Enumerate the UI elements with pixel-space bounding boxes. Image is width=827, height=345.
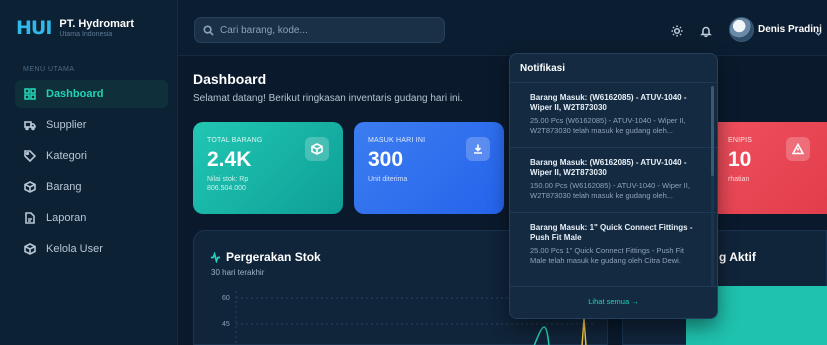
y-tick-label: 45 <box>222 321 230 328</box>
card-footnote: Unit diterima <box>368 176 408 183</box>
sidebar-item-label: Kategori <box>46 150 87 162</box>
sidebar: HUI PT. Hydromart Utama Indonesia MENU U… <box>0 0 178 345</box>
notification-item-body: 25.00 Pcs (W6162085) - ATUV-1040 - Wiper… <box>530 116 686 135</box>
sidebar-item-label: Kelola User <box>46 243 103 255</box>
see-all-link[interactable]: Lihat semua → <box>510 286 717 318</box>
stock-line <box>533 326 550 345</box>
sidebar-item-barang[interactable]: Barang <box>15 173 168 201</box>
file-icon <box>25 212 35 224</box>
bell-icon[interactable] <box>700 24 712 38</box>
sidebar-item-supplier[interactable]: Supplier <box>15 111 168 139</box>
notification-item-title: Barang Masuk: 1" Quick Connect Fittings … <box>530 223 693 242</box>
tag-icon <box>24 150 36 162</box>
sidebar-item-dashboard[interactable]: Dashboard <box>15 80 168 108</box>
sidebar-item-label: Supplier <box>46 119 87 131</box>
notification-item-body: 150.00 Pcs (W6162085) - ATUV-1040 - Wipe… <box>530 181 690 200</box>
stat-card-masuk-hari-ini: MASUK HARI INI 300 Unit diterima <box>354 122 504 214</box>
notification-item-title: Barang Masuk: (W6162085) - ATUV-1040 - W… <box>530 158 687 177</box>
sidebar-item-label: Barang <box>46 181 82 193</box>
notification-item[interactable]: Barang Masuk: (W6162085) - ATUV-1040 - W… <box>510 148 717 213</box>
user-name[interactable]: Denis Pradini <box>758 24 822 35</box>
notification-scrollbar[interactable] <box>711 86 714 290</box>
avatar[interactable] <box>729 17 754 42</box>
brand-subtitle: Utama Indonesia <box>59 31 113 38</box>
search-input[interactable] <box>220 24 440 36</box>
truck-icon <box>24 121 36 131</box>
card-footnote: rhatian <box>728 176 750 183</box>
notification-item-body: 25.00 Pcs 1" Quick Connect Fittings - Pu… <box>530 246 684 265</box>
brand-name: PT. Hydromart <box>59 18 134 30</box>
sidebar-item-label: Laporan <box>46 212 87 224</box>
sidebar-nav: Dashboard Supplier Kategori Barang Lapor… <box>15 80 168 266</box>
notification-dropdown: Notifikasi Barang Masuk: (W6162085) - AT… <box>509 53 718 319</box>
stat-card-total-barang: TOTAL BARANG 2.4K Nilai stok: Rp 806.504… <box>193 122 343 214</box>
sidebar-item-kelola-user[interactable]: Kelola User <box>15 235 168 263</box>
brand-logo: HUI <box>16 17 52 39</box>
sidebar-item-label: Dashboard <box>46 88 104 100</box>
search-box[interactable] <box>194 17 445 43</box>
cube-icon <box>24 243 36 255</box>
card-footnote-value: 806.504.000 <box>207 185 246 192</box>
theme-toggle-icon[interactable] <box>671 24 683 37</box>
search-icon <box>203 24 214 36</box>
y-tick-label: 60 <box>222 295 230 302</box>
warning-icon <box>786 137 810 161</box>
notification-item[interactable]: Barang Masuk: 1" Quick Connect Fittings … <box>510 213 717 278</box>
notification-item[interactable]: Barang Masuk: (W6162085) - ATUV-1040 - W… <box>510 83 717 148</box>
sidebar-item-laporan[interactable]: Laporan <box>15 204 168 232</box>
top-header: Denis Pradini <box>178 0 827 56</box>
panel-title: g Aktif <box>719 250 756 264</box>
sidebar-section-label: MENU UTAMA <box>23 66 75 73</box>
download-icon <box>466 137 490 161</box>
page-title: Dashboard <box>193 71 267 87</box>
brand[interactable]: HUI PT. Hydromart Utama Indonesia <box>16 17 134 39</box>
sidebar-item-kategori[interactable]: Kategori <box>15 142 168 170</box>
grid-icon <box>24 88 36 100</box>
box-icon <box>24 181 36 193</box>
stat-card-stok-menipis: ENIPIS 10 rhatian <box>706 122 827 214</box>
card-footnote: Nilai stok: Rp <box>207 176 249 183</box>
chevron-down-icon[interactable] <box>814 25 823 36</box>
notification-title: Notifikasi <box>510 54 717 83</box>
stock-line <box>581 318 587 345</box>
box-icon <box>305 137 329 161</box>
notification-item-title: Barang Masuk: (W6162085) - ATUV-1040 - W… <box>530 93 687 112</box>
page-subtitle: Selamat datang! Berikut ringkasan invent… <box>193 93 463 104</box>
